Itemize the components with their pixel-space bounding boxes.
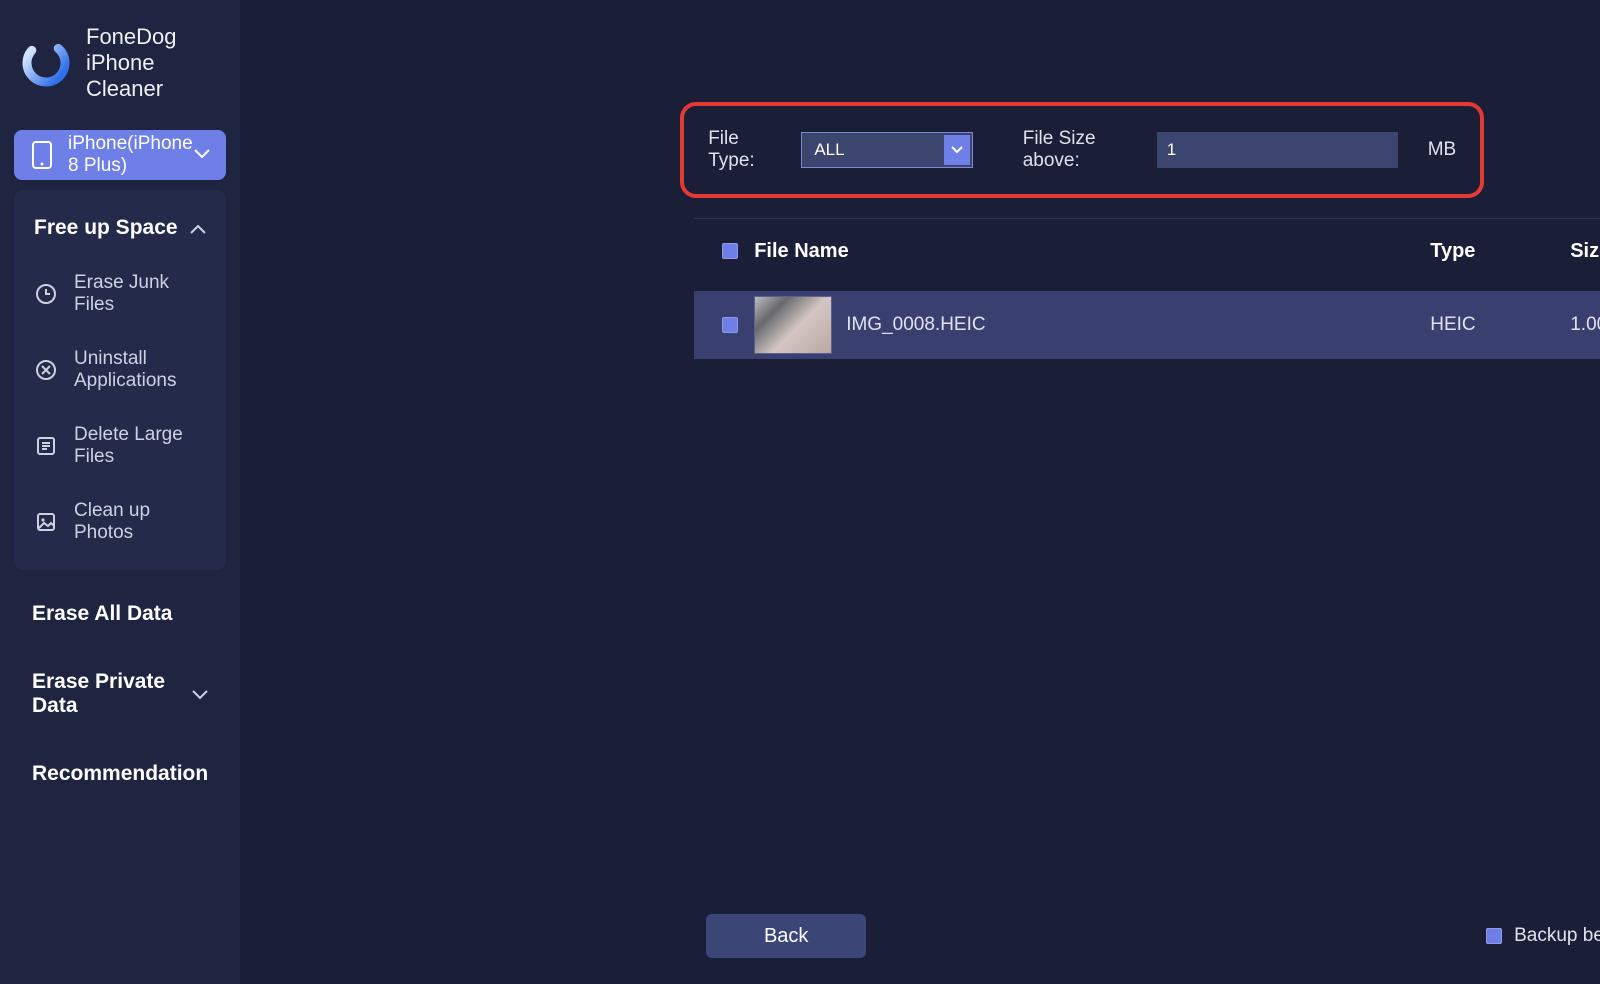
- app-title: FoneDog iPhone Cleaner: [86, 24, 218, 102]
- nav-head-erase-private-data[interactable]: Erase Private Data: [0, 648, 240, 740]
- close-circle-icon: [34, 358, 58, 382]
- footer-bar: Back Backup before erasing Erase: [706, 914, 1600, 958]
- backup-checkbox[interactable]: [1486, 928, 1502, 944]
- nav-item-clean-up-photos[interactable]: Clean up Photos: [14, 484, 226, 560]
- filter-bar: File Type: ALL File Size above: MB: [680, 102, 1484, 198]
- back-button[interactable]: Back: [706, 914, 866, 958]
- nav-item-label: Uninstall Applications: [74, 348, 206, 392]
- device-label: iPhone(iPhone 8 Plus): [68, 133, 194, 177]
- col-header-name[interactable]: File Name: [754, 240, 1430, 263]
- file-size-label: File Size above:: [1023, 128, 1127, 172]
- main-panel: File Type: ALL File Size above: MB File …: [240, 0, 1600, 984]
- backup-before-erasing[interactable]: Backup before erasing: [1486, 925, 1600, 947]
- clock-icon: [34, 282, 58, 306]
- nav-head-label: Recommendation: [32, 762, 208, 786]
- phone-icon: [30, 143, 54, 167]
- nav-item-uninstall-applications[interactable]: Uninstall Applications: [14, 332, 226, 408]
- nav-item-erase-junk-files[interactable]: Erase Junk Files: [14, 256, 226, 332]
- table-row[interactable]: IMG_0008.HEIC HEIC 1.00 MB: [694, 291, 1600, 359]
- brand: FoneDog iPhone Cleaner: [0, 0, 240, 130]
- nav-head-label: Erase Private Data: [32, 670, 192, 718]
- file-type-select[interactable]: ALL: [801, 132, 972, 168]
- nav-head-erase-all-data[interactable]: Erase All Data: [0, 580, 240, 648]
- sidebar: FoneDog iPhone Cleaner iPhone(iPhone 8 P…: [0, 0, 240, 984]
- table-header-row: File Name Type Size: [694, 219, 1600, 283]
- file-type-value: ALL: [814, 140, 844, 160]
- file-size-unit: MB: [1428, 139, 1457, 161]
- image-icon: [34, 510, 58, 534]
- row-checkbox[interactable]: [722, 317, 738, 333]
- backup-label: Backup before erasing: [1514, 925, 1600, 947]
- app-window: FoneDog iPhone Cleaner iPhone(iPhone 8 P…: [0, 0, 1600, 984]
- back-button-label: Back: [764, 925, 808, 948]
- file-list-icon: [34, 434, 58, 458]
- file-thumbnail: [754, 296, 832, 354]
- section-free-up-space: Free up Space Erase Junk Files Uninstall…: [14, 190, 226, 570]
- file-size: 1.00 MB: [1570, 314, 1600, 336]
- file-name: IMG_0008.HEIC: [846, 314, 985, 336]
- dropdown-arrow-icon: [944, 135, 970, 165]
- file-type-label: File Type:: [708, 128, 771, 172]
- nav-head-label: Free up Space: [34, 216, 178, 240]
- chevron-down-icon: [192, 682, 208, 706]
- nav-item-delete-large-files[interactable]: Delete Large Files: [14, 408, 226, 484]
- nav-item-label: Erase Junk Files: [74, 272, 206, 316]
- file-type: HEIC: [1430, 314, 1570, 336]
- nav-head-free-up-space[interactable]: Free up Space: [14, 200, 226, 256]
- col-header-type[interactable]: Type: [1430, 240, 1570, 263]
- select-all-checkbox[interactable]: [722, 243, 738, 259]
- chevron-up-icon: [190, 216, 206, 240]
- nav-item-label: Clean up Photos: [74, 500, 206, 544]
- nav-item-label: Delete Large Files: [74, 424, 206, 468]
- nav-head-label: Erase All Data: [32, 602, 172, 626]
- file-table: File Name Type Size IMG_0008.HEIC HEIC 1…: [694, 218, 1600, 359]
- nav-head-recommendation[interactable]: Recommendation: [0, 740, 240, 808]
- col-header-size[interactable]: Size: [1570, 240, 1600, 263]
- file-size-input[interactable]: [1157, 132, 1398, 168]
- app-logo-icon: [22, 39, 70, 87]
- chevron-down-icon: [194, 146, 210, 164]
- device-selector[interactable]: iPhone(iPhone 8 Plus): [14, 130, 226, 180]
